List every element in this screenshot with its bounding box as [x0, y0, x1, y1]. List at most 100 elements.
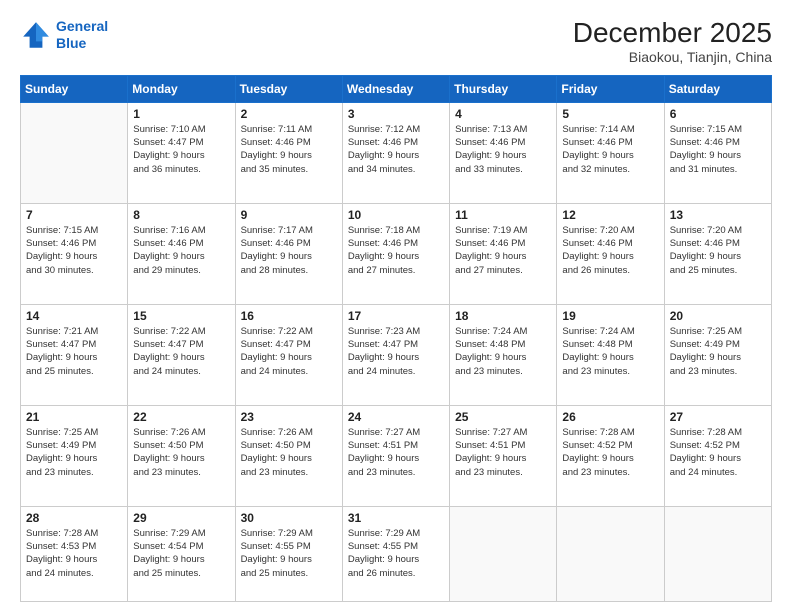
day-number: 31	[348, 511, 444, 525]
day-info: Sunrise: 7:27 AM Sunset: 4:51 PM Dayligh…	[455, 426, 551, 479]
day-number: 11	[455, 208, 551, 222]
day-number: 29	[133, 511, 229, 525]
day-number: 22	[133, 410, 229, 424]
calendar-cell: 26 Sunrise: 7:28 AM Sunset: 4:52 PM Dayli…	[557, 405, 664, 506]
calendar-cell: 14 Sunrise: 7:21 AM Sunset: 4:47 PM Dayli…	[21, 304, 128, 405]
day-number: 2	[241, 107, 337, 121]
day-number: 18	[455, 309, 551, 323]
day-info: Sunrise: 7:15 AM Sunset: 4:46 PM Dayligh…	[26, 224, 122, 277]
day-info: Sunrise: 7:28 AM Sunset: 4:52 PM Dayligh…	[562, 426, 658, 479]
calendar-cell: 27Sunrise: 7:28 AM Sunset: 4:52 PM Dayli…	[664, 405, 771, 506]
calendar-weekday-friday: Friday	[557, 75, 664, 102]
calendar-week-row: 14 Sunrise: 7:21 AM Sunset: 4:47 PM Dayli…	[21, 304, 772, 405]
logo-icon	[20, 19, 52, 51]
calendar-cell: 21Sunrise: 7:25 AM Sunset: 4:49 PM Dayli…	[21, 405, 128, 506]
day-info: Sunrise: 7:24 AM Sunset: 4:48 PM Dayligh…	[562, 325, 658, 378]
day-number: 25	[455, 410, 551, 424]
day-number: 20	[670, 309, 766, 323]
day-info: Sunrise: 7:29 AM Sunset: 4:55 PM Dayligh…	[348, 527, 444, 580]
calendar-cell: 25 Sunrise: 7:27 AM Sunset: 4:51 PM Dayli…	[450, 405, 557, 506]
calendar-weekday-tuesday: Tuesday	[235, 75, 342, 102]
day-number: 24	[348, 410, 444, 424]
calendar-cell: 5 Sunrise: 7:14 AM Sunset: 4:46 PM Daylig…	[557, 102, 664, 203]
day-number: 5	[562, 107, 658, 121]
calendar-weekday-wednesday: Wednesday	[342, 75, 449, 102]
day-info: Sunrise: 7:24 AM Sunset: 4:48 PM Dayligh…	[455, 325, 551, 378]
calendar-cell: 17Sunrise: 7:23 AM Sunset: 4:47 PM Dayli…	[342, 304, 449, 405]
calendar-cell: 10 Sunrise: 7:18 AM Sunset: 4:46 PM Dayli…	[342, 203, 449, 304]
calendar-cell	[664, 506, 771, 601]
day-info: Sunrise: 7:12 AM Sunset: 4:46 PM Dayligh…	[348, 123, 444, 176]
calendar-week-row: 21Sunrise: 7:25 AM Sunset: 4:49 PM Dayli…	[21, 405, 772, 506]
day-info: Sunrise: 7:25 AM Sunset: 4:49 PM Dayligh…	[26, 426, 122, 479]
calendar-cell: 20 Sunrise: 7:25 AM Sunset: 4:49 PM Dayli…	[664, 304, 771, 405]
calendar-weekday-saturday: Saturday	[664, 75, 771, 102]
day-number: 30	[241, 511, 337, 525]
day-info: Sunrise: 7:27 AM Sunset: 4:51 PM Dayligh…	[348, 426, 444, 479]
day-info: Sunrise: 7:15 AM Sunset: 4:46 PM Dayligh…	[670, 123, 766, 176]
day-number: 12	[562, 208, 658, 222]
day-number: 9	[241, 208, 337, 222]
subtitle: Biaokou, Tianjin, China	[573, 49, 772, 65]
calendar-cell: 11Sunrise: 7:19 AM Sunset: 4:46 PM Dayli…	[450, 203, 557, 304]
day-info: Sunrise: 7:22 AM Sunset: 4:47 PM Dayligh…	[241, 325, 337, 378]
day-number: 28	[26, 511, 122, 525]
calendar-cell	[21, 102, 128, 203]
calendar-cell	[450, 506, 557, 601]
day-number: 26	[562, 410, 658, 424]
day-info: Sunrise: 7:11 AM Sunset: 4:46 PM Dayligh…	[241, 123, 337, 176]
day-info: Sunrise: 7:25 AM Sunset: 4:49 PM Dayligh…	[670, 325, 766, 378]
day-number: 19	[562, 309, 658, 323]
calendar-table: SundayMondayTuesdayWednesdayThursdayFrid…	[20, 75, 772, 602]
calendar-cell: 28 Sunrise: 7:28 AM Sunset: 4:53 PM Dayli…	[21, 506, 128, 601]
day-info: Sunrise: 7:13 AM Sunset: 4:46 PM Dayligh…	[455, 123, 551, 176]
day-number: 15	[133, 309, 229, 323]
day-info: Sunrise: 7:14 AM Sunset: 4:46 PM Dayligh…	[562, 123, 658, 176]
day-number: 6	[670, 107, 766, 121]
day-info: Sunrise: 7:21 AM Sunset: 4:47 PM Dayligh…	[26, 325, 122, 378]
day-number: 17	[348, 309, 444, 323]
calendar-cell: 16 Sunrise: 7:22 AM Sunset: 4:47 PM Dayli…	[235, 304, 342, 405]
calendar-cell: 4Sunrise: 7:13 AM Sunset: 4:46 PM Daylig…	[450, 102, 557, 203]
calendar-cell: 13 Sunrise: 7:20 AM Sunset: 4:46 PM Dayli…	[664, 203, 771, 304]
header: General Blue December 2025 Biaokou, Tian…	[20, 18, 772, 65]
calendar-cell: 30Sunrise: 7:29 AM Sunset: 4:55 PM Dayli…	[235, 506, 342, 601]
calendar-cell: 6 Sunrise: 7:15 AM Sunset: 4:46 PM Daylig…	[664, 102, 771, 203]
day-info: Sunrise: 7:17 AM Sunset: 4:46 PM Dayligh…	[241, 224, 337, 277]
calendar-weekday-thursday: Thursday	[450, 75, 557, 102]
calendar-week-row: 1 Sunrise: 7:10 AM Sunset: 4:47 PM Daylig…	[21, 102, 772, 203]
day-info: Sunrise: 7:29 AM Sunset: 4:54 PM Dayligh…	[133, 527, 229, 580]
day-number: 8	[133, 208, 229, 222]
day-number: 1	[133, 107, 229, 121]
logo: General Blue	[20, 18, 108, 52]
day-info: Sunrise: 7:16 AM Sunset: 4:46 PM Dayligh…	[133, 224, 229, 277]
day-number: 14	[26, 309, 122, 323]
day-number: 7	[26, 208, 122, 222]
calendar-cell: 2 Sunrise: 7:11 AM Sunset: 4:46 PM Daylig…	[235, 102, 342, 203]
day-info: Sunrise: 7:26 AM Sunset: 4:50 PM Dayligh…	[241, 426, 337, 479]
calendar-weekday-sunday: Sunday	[21, 75, 128, 102]
day-number: 16	[241, 309, 337, 323]
day-number: 3	[348, 107, 444, 121]
calendar-cell: 18 Sunrise: 7:24 AM Sunset: 4:48 PM Dayli…	[450, 304, 557, 405]
calendar-cell: 29 Sunrise: 7:29 AM Sunset: 4:54 PM Dayli…	[128, 506, 235, 601]
calendar-cell: 19 Sunrise: 7:24 AM Sunset: 4:48 PM Dayli…	[557, 304, 664, 405]
calendar-cell: 23Sunrise: 7:26 AM Sunset: 4:50 PM Dayli…	[235, 405, 342, 506]
calendar-cell: 1 Sunrise: 7:10 AM Sunset: 4:47 PM Daylig…	[128, 102, 235, 203]
calendar-week-row: 7 Sunrise: 7:15 AM Sunset: 4:46 PM Daylig…	[21, 203, 772, 304]
calendar-cell: 31 Sunrise: 7:29 AM Sunset: 4:55 PM Dayli…	[342, 506, 449, 601]
day-info: Sunrise: 7:26 AM Sunset: 4:50 PM Dayligh…	[133, 426, 229, 479]
day-number: 13	[670, 208, 766, 222]
calendar-header-row: SundayMondayTuesdayWednesdayThursdayFrid…	[21, 75, 772, 102]
calendar-cell: 22 Sunrise: 7:26 AM Sunset: 4:50 PM Dayli…	[128, 405, 235, 506]
day-info: Sunrise: 7:10 AM Sunset: 4:47 PM Dayligh…	[133, 123, 229, 176]
main-title: December 2025	[573, 18, 772, 49]
calendar-cell: 3 Sunrise: 7:12 AM Sunset: 4:46 PM Daylig…	[342, 102, 449, 203]
calendar-weekday-monday: Monday	[128, 75, 235, 102]
day-info: Sunrise: 7:18 AM Sunset: 4:46 PM Dayligh…	[348, 224, 444, 277]
calendar-cell: 7 Sunrise: 7:15 AM Sunset: 4:46 PM Daylig…	[21, 203, 128, 304]
day-info: Sunrise: 7:20 AM Sunset: 4:46 PM Dayligh…	[670, 224, 766, 277]
day-info: Sunrise: 7:28 AM Sunset: 4:53 PM Dayligh…	[26, 527, 122, 580]
calendar-cell: 9 Sunrise: 7:17 AM Sunset: 4:46 PM Daylig…	[235, 203, 342, 304]
day-number: 10	[348, 208, 444, 222]
